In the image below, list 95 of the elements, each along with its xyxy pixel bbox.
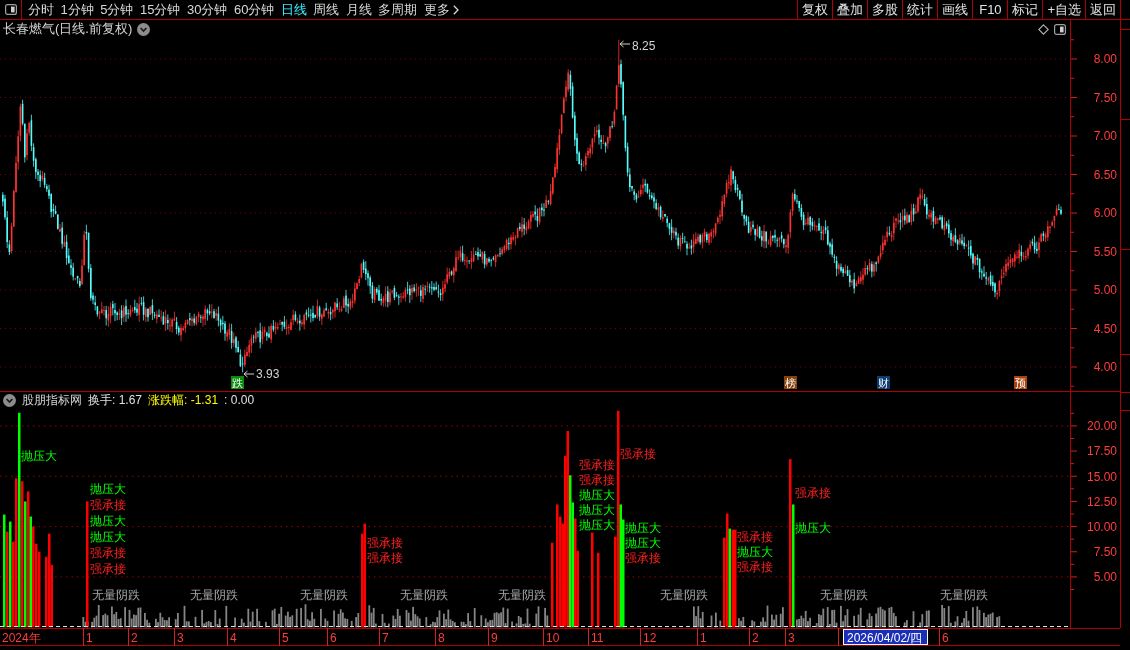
signal-label: 抛压大 [579, 488, 615, 502]
date-label: 9 [491, 630, 498, 645]
signal-label: 强承接 [367, 551, 403, 565]
price-label: 3.93 [256, 367, 280, 381]
panel-toggle-icon[interactable] [1054, 23, 1066, 35]
date-label: 10 [546, 630, 560, 645]
indicator-reading: 换手: 1.67 [88, 392, 143, 409]
period-tab[interactable]: 1分钟 [60, 1, 94, 18]
period-tab[interactable]: 60分钟 [233, 1, 275, 18]
event-tag[interactable]: 榜 [784, 376, 797, 389]
period-tab[interactable]: 15分钟 [139, 1, 181, 18]
date-label: 2 [131, 630, 138, 645]
axis-label: 12.50 [1086, 494, 1117, 509]
signal-label: 强承接 [795, 486, 831, 500]
signal-label: 抛压大 [737, 545, 773, 559]
date-label: 5 [282, 630, 289, 645]
axis-label: 10.00 [1086, 519, 1117, 534]
signal-label: 抛压大 [579, 503, 615, 517]
signal-label: 抛压大 [625, 536, 661, 550]
signal-label: 强承接 [620, 447, 656, 461]
indicator-name: 股朋指标网 [22, 392, 82, 409]
event-tag[interactable]: 财 [877, 376, 890, 389]
signal-label: 强承接 [90, 546, 126, 560]
period-tab[interactable]: 月线 [345, 1, 372, 18]
date-label: 1 [86, 630, 93, 645]
panel-toggle-icon[interactable] [4, 4, 17, 15]
axis-label: 5.50 [1093, 244, 1117, 259]
signal-label: 抛压大 [795, 521, 831, 535]
chart-title: 长春燃气(日线.前复权) [3, 20, 133, 38]
date-label: 3 [177, 630, 184, 645]
signal-label: 无量阴跌 [940, 588, 988, 602]
signal-label: 强承接 [90, 562, 126, 576]
axis-label: 4.50 [1093, 321, 1117, 336]
more-button[interactable]: 更多 [423, 1, 459, 18]
arrow-icon [619, 40, 631, 48]
axis-label: 7.00 [1093, 129, 1117, 144]
date-label: 7 [382, 630, 389, 645]
signal-label: 无量阴跌 [660, 588, 708, 602]
signal-label: 无量阴跌 [820, 588, 868, 602]
date-label: 2 [752, 630, 759, 645]
axis-label: 15.00 [1086, 469, 1117, 484]
axis-label: 17.50 [1086, 444, 1117, 459]
period-tab[interactable]: 日线 [280, 1, 307, 18]
indicator-reading: 涨跌幅: -1.31 [148, 392, 219, 409]
dropdown-icon[interactable] [3, 393, 16, 407]
signal-label: 无量阴跌 [190, 588, 238, 602]
axis-label: 8.00 [1093, 52, 1117, 67]
chevron-icon [452, 4, 459, 15]
signal-label: 抛压大 [579, 518, 615, 532]
event-tag[interactable]: 预 [1014, 376, 1027, 389]
signal-label: 强承接 [90, 498, 126, 512]
date-label: 6 [942, 630, 949, 645]
signal-label: 抛压大 [90, 530, 126, 544]
period-tab[interactable]: 30分钟 [186, 1, 228, 18]
cursor-date-label: 2026/04/02/四 [843, 629, 928, 645]
diamond-icon[interactable] [1038, 23, 1049, 35]
date-label: 12 [643, 630, 657, 645]
axis-label: 5.00 [1093, 283, 1117, 298]
signal-label: 强承接 [737, 530, 773, 544]
date-label: 2024年 [2, 630, 41, 645]
event-tag[interactable]: 跌 [231, 376, 244, 389]
signal-label: 强承接 [737, 560, 773, 574]
period-tab[interactable]: 周线 [313, 1, 340, 18]
date-label: 8 [438, 630, 445, 645]
signal-label: 强承接 [579, 473, 615, 487]
period-tab[interactable]: 分时 [28, 1, 54, 18]
date-label: 11 [591, 630, 604, 645]
axis-label: 7.50 [1093, 90, 1117, 105]
signal-label: 无量阴跌 [400, 588, 448, 602]
axis-label: 20.00 [1086, 419, 1117, 434]
period-tab[interactable]: 5分钟 [100, 1, 134, 18]
period-tab[interactable]: 多周期 [378, 1, 418, 18]
signal-label: 强承接 [579, 458, 615, 472]
date-label: 6 [330, 630, 337, 645]
indicator-reading: : 0.00 [224, 393, 255, 407]
axis-label: 6.50 [1093, 167, 1117, 182]
signal-label: 强承接 [625, 551, 661, 565]
signal-label: 抛压大 [21, 449, 57, 463]
signal-label: 强承接 [367, 536, 403, 550]
signal-label: 无量阴跌 [92, 588, 140, 602]
axis-label: 4.00 [1093, 360, 1117, 375]
signal-label: 抛压大 [625, 521, 661, 535]
date-label: 3 [788, 630, 795, 645]
arrow-icon [243, 370, 255, 378]
axis-label: 6.00 [1093, 206, 1117, 221]
signal-label: 抛压大 [90, 514, 126, 528]
date-label: 4 [230, 630, 237, 645]
price-label: 8.25 [632, 39, 656, 53]
dropdown-icon[interactable] [137, 22, 151, 36]
axis-label: 7.50 [1093, 545, 1117, 560]
date-label: 1 [700, 630, 707, 645]
axis-label: 5.00 [1093, 570, 1117, 585]
signal-label: 无量阴跌 [498, 588, 546, 602]
signal-label: 抛压大 [90, 482, 126, 496]
signal-label: 无量阴跌 [300, 588, 348, 602]
